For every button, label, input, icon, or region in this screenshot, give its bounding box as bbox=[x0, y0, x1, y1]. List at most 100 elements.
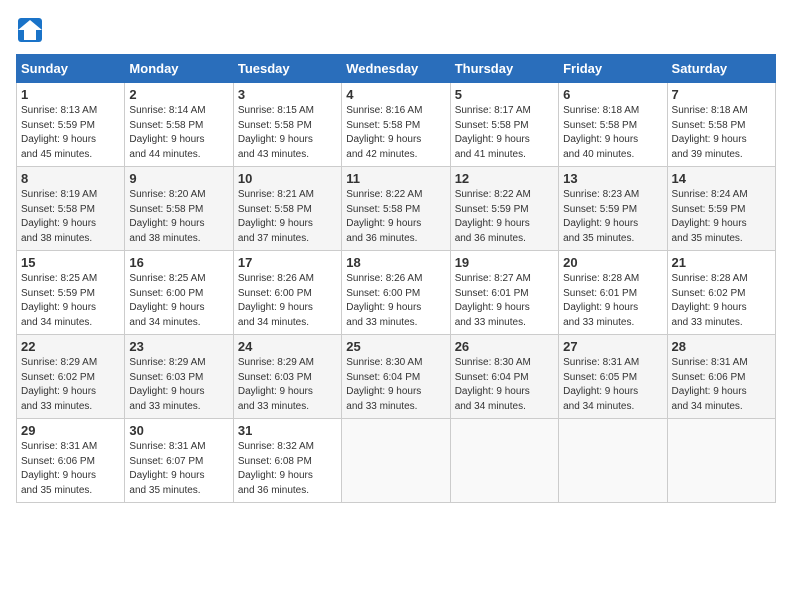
day-header-saturday: Saturday bbox=[667, 55, 775, 83]
calendar-day-9: 9 Sunrise: 8:20 AM Sunset: 5:58 PM Daylig… bbox=[125, 167, 233, 251]
calendar-day-2: 2 Sunrise: 8:14 AM Sunset: 5:58 PM Daylig… bbox=[125, 83, 233, 167]
page-header bbox=[16, 16, 776, 44]
logo-icon bbox=[16, 16, 44, 44]
calendar-day-29: 29 Sunrise: 8:31 AM Sunset: 6:06 PM Dayli… bbox=[17, 419, 125, 503]
day-number: 11 bbox=[346, 171, 445, 186]
calendar-day-27: 27 Sunrise: 8:31 AM Sunset: 6:05 PM Dayli… bbox=[559, 335, 667, 419]
day-number: 29 bbox=[21, 423, 120, 438]
day-number: 22 bbox=[21, 339, 120, 354]
calendar-day-18: 18 Sunrise: 8:26 AM Sunset: 6:00 PM Dayli… bbox=[342, 251, 450, 335]
empty-cell bbox=[559, 419, 667, 503]
day-info: Sunrise: 8:22 AM Sunset: 5:59 PM Dayligh… bbox=[455, 188, 554, 246]
day-info: Sunrise: 8:31 AM Sunset: 6:07 PM Dayligh… bbox=[129, 440, 228, 498]
calendar-day-8: 8 Sunrise: 8:19 AM Sunset: 5:58 PM Daylig… bbox=[17, 167, 125, 251]
calendar-day-28: 28Sunrise: 8:31 AM Sunset: 6:06 PM Dayli… bbox=[667, 335, 775, 419]
day-header-wednesday: Wednesday bbox=[342, 55, 450, 83]
day-number: 21 bbox=[672, 255, 771, 270]
day-number: 23 bbox=[129, 339, 228, 354]
day-number: 6 bbox=[563, 87, 662, 102]
day-info: Sunrise: 8:21 AM Sunset: 5:58 PM Dayligh… bbox=[238, 188, 337, 246]
day-info: Sunrise: 8:14 AM Sunset: 5:58 PM Dayligh… bbox=[129, 104, 228, 162]
calendar-day-16: 16 Sunrise: 8:25 AM Sunset: 6:00 PM Dayli… bbox=[125, 251, 233, 335]
day-number: 2 bbox=[129, 87, 228, 102]
day-number: 9 bbox=[129, 171, 228, 186]
day-info: Sunrise: 8:29 AM Sunset: 6:03 PM Dayligh… bbox=[129, 356, 228, 414]
calendar-table: SundayMondayTuesdayWednesdayThursdayFrid… bbox=[16, 54, 776, 503]
day-info: Sunrise: 8:23 AM Sunset: 5:59 PM Dayligh… bbox=[563, 188, 662, 246]
day-number: 19 bbox=[455, 255, 554, 270]
calendar-day-21: 21 Sunrise: 8:28 AM Sunset: 6:02 PM Dayli… bbox=[667, 251, 775, 335]
day-info: Sunrise: 8:20 AM Sunset: 5:58 PM Dayligh… bbox=[129, 188, 228, 246]
empty-cell bbox=[342, 419, 450, 503]
day-number: 3 bbox=[238, 87, 337, 102]
day-number: 10 bbox=[238, 171, 337, 186]
day-number: 18 bbox=[346, 255, 445, 270]
day-info: Sunrise: 8:30 AM Sunset: 6:04 PM Dayligh… bbox=[346, 356, 445, 414]
empty-cell bbox=[667, 419, 775, 503]
day-info: Sunrise: 8:16 AM Sunset: 5:58 PM Dayligh… bbox=[346, 104, 445, 162]
day-info: Sunrise: 8:17 AM Sunset: 5:58 PM Dayligh… bbox=[455, 104, 554, 162]
day-info: Sunrise: 8:31 AM Sunset: 6:05 PM Dayligh… bbox=[563, 356, 662, 414]
day-number: 31 bbox=[238, 423, 337, 438]
calendar-day-3: 3Sunrise: 8:15 AM Sunset: 5:58 PM Daylig… bbox=[233, 83, 341, 167]
day-header-sunday: Sunday bbox=[17, 55, 125, 83]
day-info: Sunrise: 8:19 AM Sunset: 5:58 PM Dayligh… bbox=[21, 188, 120, 246]
empty-cell bbox=[450, 419, 558, 503]
day-number: 16 bbox=[129, 255, 228, 270]
calendar-day-1: 1 Sunrise: 8:13 AM Sunset: 5:59 PM Daylig… bbox=[17, 83, 125, 167]
day-number: 30 bbox=[129, 423, 228, 438]
day-info: Sunrise: 8:29 AM Sunset: 6:03 PM Dayligh… bbox=[238, 356, 337, 414]
calendar-day-17: 17 Sunrise: 8:26 AM Sunset: 6:00 PM Dayli… bbox=[233, 251, 341, 335]
day-number: 7 bbox=[672, 87, 771, 102]
day-number: 8 bbox=[21, 171, 120, 186]
calendar-day-10: 10 Sunrise: 8:21 AM Sunset: 5:58 PM Dayli… bbox=[233, 167, 341, 251]
calendar-day-6: 6 Sunrise: 8:18 AM Sunset: 5:58 PM Daylig… bbox=[559, 83, 667, 167]
day-info: Sunrise: 8:31 AM Sunset: 6:06 PM Dayligh… bbox=[21, 440, 120, 498]
day-number: 17 bbox=[238, 255, 337, 270]
day-number: 15 bbox=[21, 255, 120, 270]
day-info: Sunrise: 8:13 AM Sunset: 5:59 PM Dayligh… bbox=[21, 104, 120, 162]
calendar-day-7: 7 Sunrise: 8:18 AM Sunset: 5:58 PM Daylig… bbox=[667, 83, 775, 167]
day-number: 27 bbox=[563, 339, 662, 354]
calendar-day-4: 4 Sunrise: 8:16 AM Sunset: 5:58 PM Daylig… bbox=[342, 83, 450, 167]
day-number: 1 bbox=[21, 87, 120, 102]
calendar-day-15: 15 Sunrise: 8:25 AM Sunset: 5:59 PM Dayli… bbox=[17, 251, 125, 335]
day-info: Sunrise: 8:26 AM Sunset: 6:00 PM Dayligh… bbox=[346, 272, 445, 330]
day-number: 13 bbox=[563, 171, 662, 186]
day-info: Sunrise: 8:18 AM Sunset: 5:58 PM Dayligh… bbox=[672, 104, 771, 162]
day-info: Sunrise: 8:25 AM Sunset: 6:00 PM Dayligh… bbox=[129, 272, 228, 330]
day-info: Sunrise: 8:25 AM Sunset: 5:59 PM Dayligh… bbox=[21, 272, 120, 330]
day-number: 12 bbox=[455, 171, 554, 186]
calendar-day-14: 14Sunrise: 8:24 AM Sunset: 5:59 PM Dayli… bbox=[667, 167, 775, 251]
day-number: 26 bbox=[455, 339, 554, 354]
calendar-day-23: 23 Sunrise: 8:29 AM Sunset: 6:03 PM Dayli… bbox=[125, 335, 233, 419]
day-info: Sunrise: 8:32 AM Sunset: 6:08 PM Dayligh… bbox=[238, 440, 337, 498]
calendar-day-22: 22 Sunrise: 8:29 AM Sunset: 6:02 PM Dayli… bbox=[17, 335, 125, 419]
day-number: 14 bbox=[672, 171, 771, 186]
calendar-day-19: 19 Sunrise: 8:27 AM Sunset: 6:01 PM Dayli… bbox=[450, 251, 558, 335]
calendar-day-31: 31 Sunrise: 8:32 AM Sunset: 6:08 PM Dayli… bbox=[233, 419, 341, 503]
day-info: Sunrise: 8:30 AM Sunset: 6:04 PM Dayligh… bbox=[455, 356, 554, 414]
day-number: 24 bbox=[238, 339, 337, 354]
day-number: 28 bbox=[672, 339, 771, 354]
day-info: Sunrise: 8:26 AM Sunset: 6:00 PM Dayligh… bbox=[238, 272, 337, 330]
day-info: Sunrise: 8:28 AM Sunset: 6:02 PM Dayligh… bbox=[672, 272, 771, 330]
day-header-tuesday: Tuesday bbox=[233, 55, 341, 83]
day-info: Sunrise: 8:27 AM Sunset: 6:01 PM Dayligh… bbox=[455, 272, 554, 330]
day-number: 5 bbox=[455, 87, 554, 102]
calendar-day-24: 24 Sunrise: 8:29 AM Sunset: 6:03 PM Dayli… bbox=[233, 335, 341, 419]
calendar-day-20: 20Sunrise: 8:28 AM Sunset: 6:01 PM Dayli… bbox=[559, 251, 667, 335]
day-header-friday: Friday bbox=[559, 55, 667, 83]
day-number: 4 bbox=[346, 87, 445, 102]
calendar-day-12: 12 Sunrise: 8:22 AM Sunset: 5:59 PM Dayli… bbox=[450, 167, 558, 251]
day-header-monday: Monday bbox=[125, 55, 233, 83]
day-info: Sunrise: 8:22 AM Sunset: 5:58 PM Dayligh… bbox=[346, 188, 445, 246]
day-info: Sunrise: 8:18 AM Sunset: 5:58 PM Dayligh… bbox=[563, 104, 662, 162]
day-header-thursday: Thursday bbox=[450, 55, 558, 83]
day-info: Sunrise: 8:29 AM Sunset: 6:02 PM Dayligh… bbox=[21, 356, 120, 414]
logo bbox=[16, 16, 48, 44]
calendar-day-25: 25Sunrise: 8:30 AM Sunset: 6:04 PM Dayli… bbox=[342, 335, 450, 419]
calendar-day-26: 26 Sunrise: 8:30 AM Sunset: 6:04 PM Dayli… bbox=[450, 335, 558, 419]
calendar-day-11: 11 Sunrise: 8:22 AM Sunset: 5:58 PM Dayli… bbox=[342, 167, 450, 251]
day-number: 20 bbox=[563, 255, 662, 270]
